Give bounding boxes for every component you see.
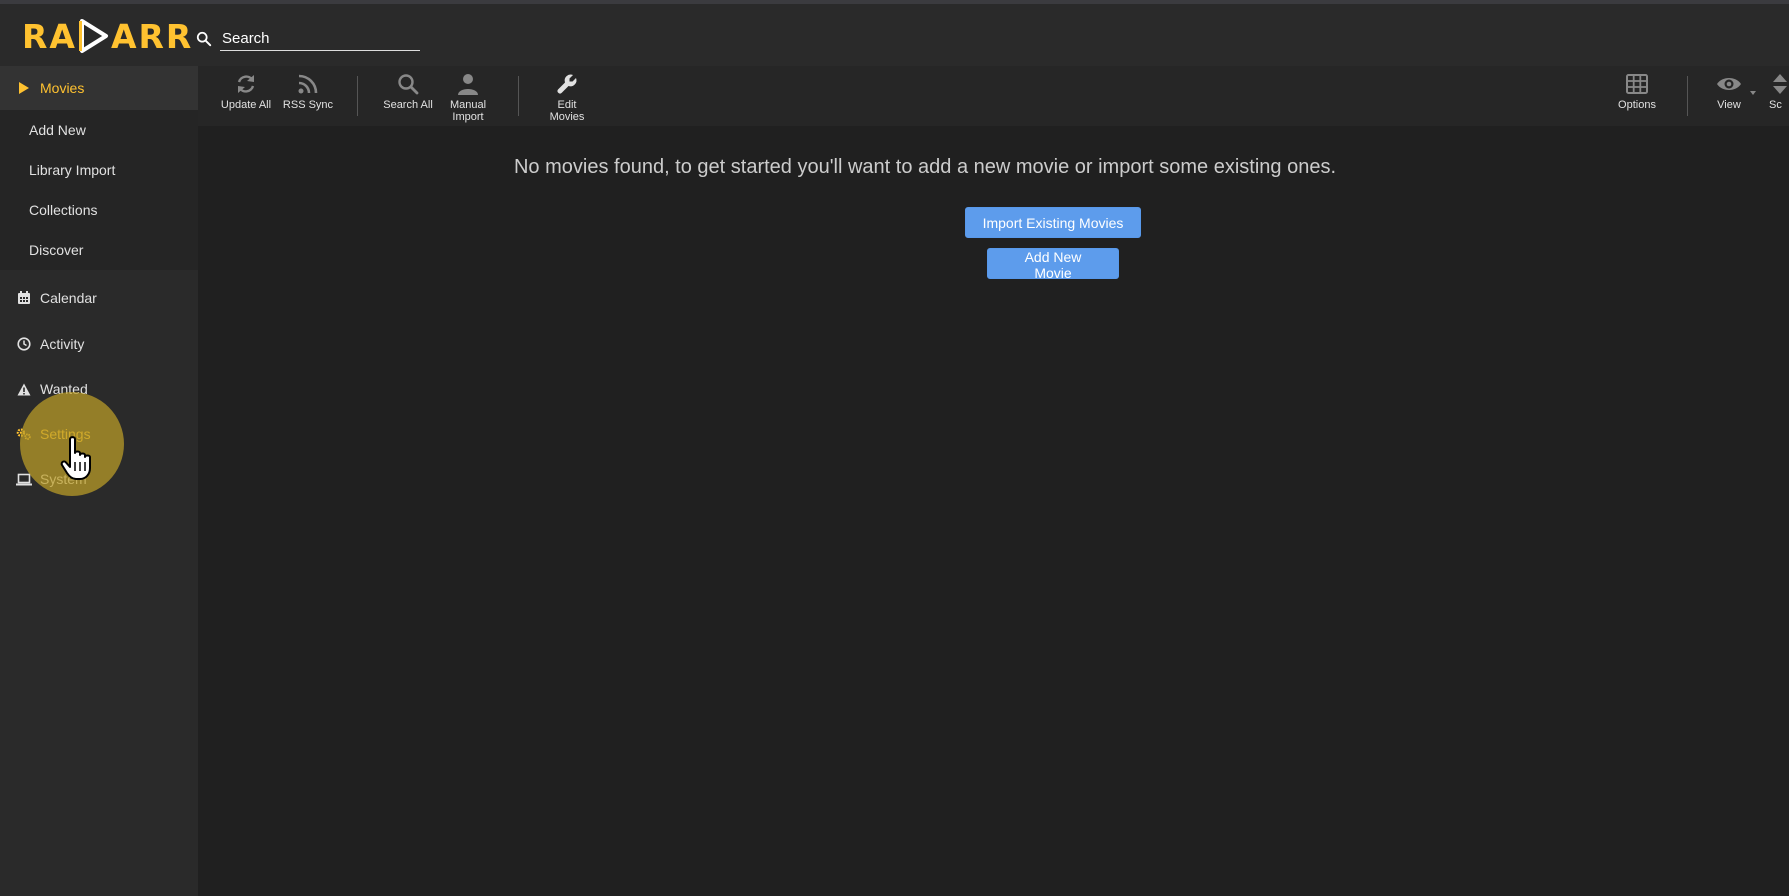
sort-icon xyxy=(1773,74,1787,94)
view-button[interactable]: View xyxy=(1701,66,1757,126)
add-new-movie-button[interactable]: Add New Movie xyxy=(987,248,1119,281)
toolbar-label: Options xyxy=(1618,99,1656,111)
toolbar-label: Search All xyxy=(383,99,433,111)
sidebar-item-label: Wanted xyxy=(40,381,88,397)
toolbar-separator xyxy=(518,76,519,116)
sidebar-item-activity[interactable]: Activity xyxy=(0,323,198,365)
logo-text-right: ARR xyxy=(110,16,194,56)
sidebar-item-label: Movies xyxy=(40,80,85,96)
rss-icon xyxy=(298,74,318,94)
user-icon xyxy=(458,74,478,95)
eye-icon xyxy=(1717,78,1741,90)
calendar-icon xyxy=(16,290,32,306)
sidebar-item-collections[interactable]: Collections xyxy=(0,190,198,230)
radarr-logo[interactable]: RA ARR xyxy=(22,16,193,56)
sidebar-item-label: Add New xyxy=(29,122,86,138)
search-bar xyxy=(196,26,420,52)
manual-import-button[interactable]: Manual Import xyxy=(440,66,496,126)
search-input[interactable] xyxy=(220,27,420,51)
no-movies-message: No movies found, to get started you'll w… xyxy=(513,156,1336,178)
options-button[interactable]: Options xyxy=(1609,66,1665,126)
caret-down-icon xyxy=(1750,91,1756,95)
sidebar-item-label: Collections xyxy=(29,202,98,218)
sidebar-item-label: System xyxy=(40,471,87,487)
toolbar-label: Movies xyxy=(549,111,585,123)
logo-text-left: RA xyxy=(22,16,77,56)
laptop-icon xyxy=(16,471,32,487)
main-content: No movies found, to get started you'll w… xyxy=(198,126,1789,896)
sidebar-item-settings[interactable]: Settings xyxy=(0,413,198,455)
play-icon xyxy=(16,80,32,96)
sidebar-item-calendar[interactable]: Calendar xyxy=(0,277,198,319)
toolbar-separator xyxy=(357,76,358,116)
toolbar-label: Sc xyxy=(1769,99,1782,111)
clock-icon xyxy=(16,336,32,352)
sort-button[interactable]: Sc xyxy=(1769,66,1789,126)
logo-play-icon xyxy=(78,19,108,53)
sidebar: Movies Add New Library Import Collection… xyxy=(0,66,198,896)
warning-icon xyxy=(16,381,32,397)
page-toolbar: Update All RSS Sync Search All Manual Im… xyxy=(198,66,1789,126)
sidebar-item-label: Discover xyxy=(29,242,84,258)
sidebar-item-system[interactable]: System xyxy=(0,458,198,500)
table-icon xyxy=(1626,74,1648,94)
cogs-icon xyxy=(16,426,32,442)
toolbar-label: Import xyxy=(452,111,484,123)
sidebar-item-movies[interactable]: Movies xyxy=(0,66,198,110)
sidebar-item-library-import[interactable]: Library Import xyxy=(0,150,198,190)
toolbar-label: Edit xyxy=(557,99,577,111)
sidebar-item-label: Library Import xyxy=(29,162,116,178)
sidebar-item-wanted[interactable]: Wanted xyxy=(0,368,198,410)
wrench-icon xyxy=(557,74,577,94)
toolbar-label: Update All xyxy=(220,99,272,111)
rss-sync-button[interactable]: RSS Sync xyxy=(280,66,336,126)
sidebar-item-add-new[interactable]: Add New xyxy=(0,110,198,150)
search-icon xyxy=(196,31,212,47)
update-all-button[interactable]: Update All xyxy=(218,66,274,126)
search-all-button[interactable]: Search All xyxy=(380,66,436,126)
sidebar-item-discover[interactable]: Discover xyxy=(0,230,198,270)
search-icon xyxy=(398,74,419,95)
sidebar-item-label: Calendar xyxy=(40,290,97,306)
import-existing-movies-button[interactable]: Import Existing Movies xyxy=(965,207,1141,238)
toolbar-label: Manual xyxy=(449,99,487,111)
toolbar-label: View xyxy=(1717,99,1741,111)
refresh-icon xyxy=(237,75,255,93)
sidebar-item-label: Activity xyxy=(40,336,85,352)
toolbar-label: RSS Sync xyxy=(282,99,334,111)
edit-movies-button[interactable]: Edit Movies xyxy=(539,66,595,126)
toolbar-separator xyxy=(1687,76,1688,116)
page-header: RA ARR xyxy=(0,4,1789,66)
sidebar-item-label: Settings xyxy=(40,426,91,442)
